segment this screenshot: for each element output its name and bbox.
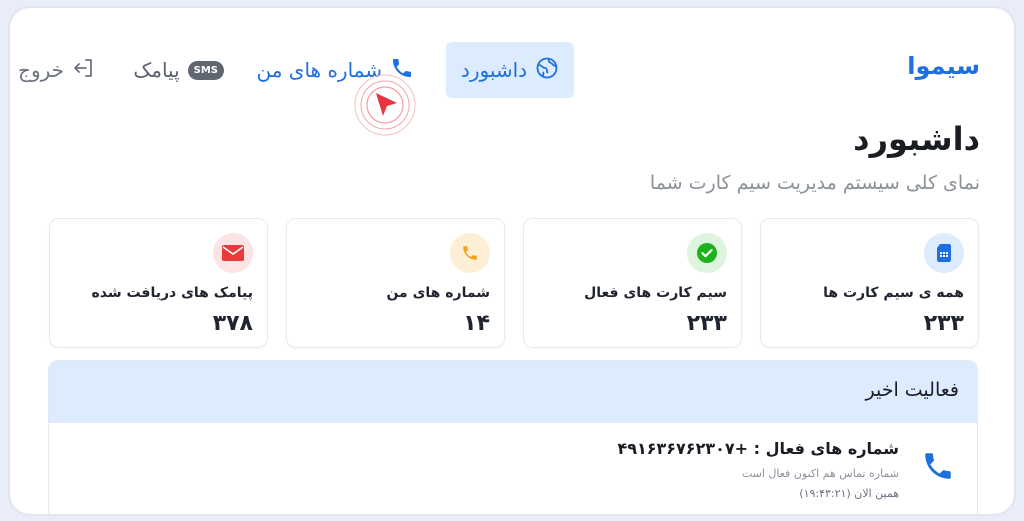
stat-value: ۳۷۸ xyxy=(212,311,253,336)
page-subtitle: نمای کلی سیستم مدیریت سیم کارت شما xyxy=(649,172,980,194)
sim-card-icon xyxy=(924,233,964,273)
nav-logout-label: خروج xyxy=(18,58,64,82)
stat-value: ۲۳۳ xyxy=(923,311,964,336)
phone-icon xyxy=(450,233,490,273)
sms-icon: SMS xyxy=(187,60,224,80)
top-nav: داشبورد شماره های من SMS پیامک خروج xyxy=(18,42,574,98)
nav-sms-label: پیامک xyxy=(133,58,180,82)
mouse-cursor-icon xyxy=(353,73,417,137)
activity-title: شماره های فعال : +۴۹۱۶۳۶۷۶۲۳۰۷ xyxy=(617,439,899,458)
brand-logo[interactable]: سیموا xyxy=(907,52,980,80)
nav-dashboard-label: داشبورد xyxy=(460,58,528,82)
stat-card-all-sims[interactable]: همه ی سیم کارت ها ۲۳۳ xyxy=(760,218,979,348)
list-item[interactable]: شماره های فعال : +۴۹۱۶۳۶۷۶۲۳۰۷ شماره تما… xyxy=(49,423,977,514)
logout-icon xyxy=(72,56,96,85)
page-title: داشبورد xyxy=(853,120,980,158)
activity-description: شماره تماس هم اکنون فعال است xyxy=(741,467,899,480)
nav-logout[interactable]: خروج xyxy=(18,42,96,98)
stat-label: شماره های من xyxy=(386,285,490,301)
stat-value: ۲۳۳ xyxy=(686,311,727,336)
stat-value: ۱۴ xyxy=(463,311,490,336)
stat-card-received-sms[interactable]: پیامک های دریافت شده ۳۷۸ xyxy=(49,218,268,348)
stat-label: همه ی سیم کارت ها xyxy=(823,285,964,301)
nav-sms[interactable]: SMS پیامک xyxy=(133,42,224,98)
phone-icon xyxy=(921,449,955,487)
check-circle-icon xyxy=(687,233,727,273)
recent-activity-header: فعالیت اخیر xyxy=(49,361,977,423)
stat-label: پیامک های دریافت شده xyxy=(91,285,253,301)
stat-label: سیم کارت های فعال xyxy=(584,285,727,301)
app-window: سیموا داشبورد شماره های من SMS پیامک خرو… xyxy=(8,6,1016,516)
recent-activity-title: فعالیت اخیر xyxy=(865,379,960,401)
envelope-icon xyxy=(213,233,253,273)
stat-card-my-numbers[interactable]: شماره های من ۱۴ xyxy=(286,218,505,348)
stat-card-active-sims[interactable]: سیم کارت های فعال ۲۳۳ xyxy=(523,218,742,348)
nav-dashboard[interactable]: داشبورد xyxy=(446,42,574,98)
recent-activity-panel: فعالیت اخیر شماره های فعال : +۴۹۱۶۳۶۷۶۲۳… xyxy=(48,360,978,514)
activity-time: همین الان (۱۹:۴۳:۲۱) xyxy=(799,487,899,500)
globe-icon xyxy=(535,56,559,85)
